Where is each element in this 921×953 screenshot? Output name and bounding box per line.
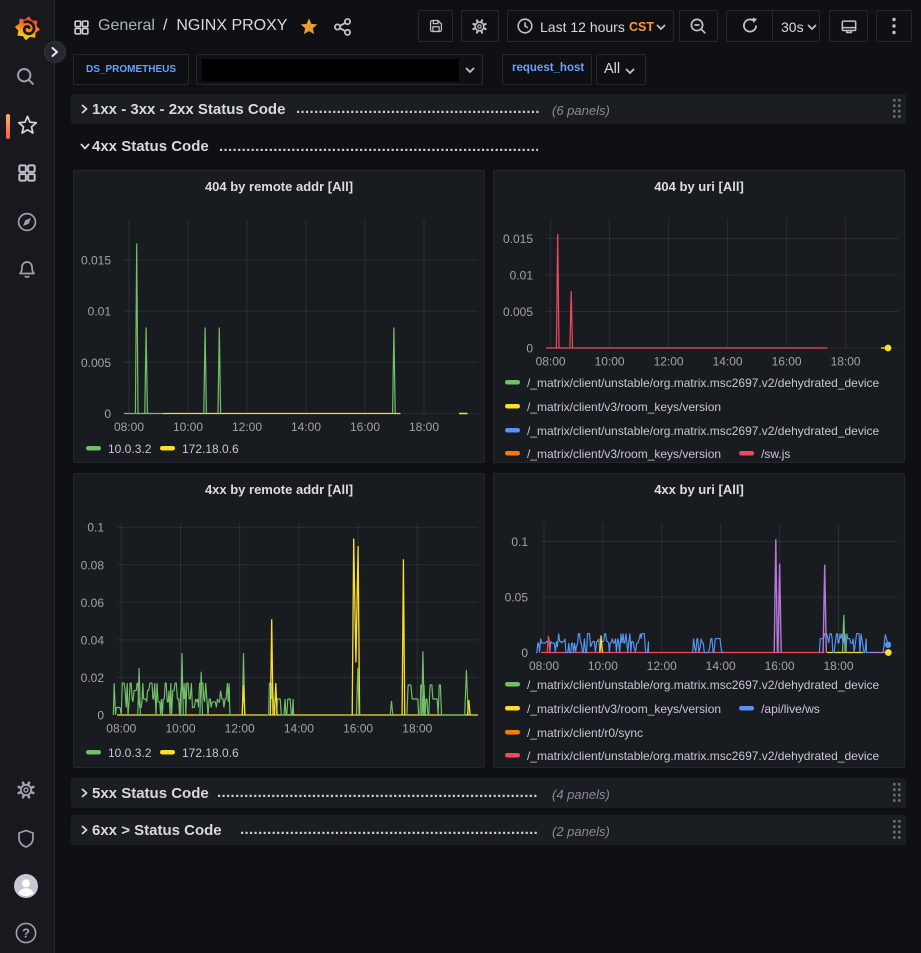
svg-text:172.18.0.6: 172.18.0.6 [182,746,239,760]
svg-text:16:00: 16:00 [765,659,795,673]
svg-text:16:00: 16:00 [343,722,373,736]
svg-text:?: ? [22,926,30,941]
svg-text:16:00: 16:00 [350,420,380,434]
svg-text:08:00: 08:00 [106,722,136,736]
svg-text:4xx by remote addr [All]: 4xx by remote addr [All] [205,482,353,497]
svg-text:18:00: 18:00 [823,659,853,673]
svg-text:/sw.js: /sw.js [761,447,790,461]
svg-text:10:00: 10:00 [588,659,618,673]
svg-text:0.005: 0.005 [503,305,533,319]
svg-text:404 by uri [All]: 404 by uri [All] [654,179,744,194]
svg-text:08:00: 08:00 [529,659,559,673]
svg-text:0.06: 0.06 [81,596,105,610]
svg-text:0: 0 [526,342,533,356]
svg-text:/_matrix/client/v3/room_keys/v: /_matrix/client/v3/room_keys/version [527,702,721,716]
svg-text:/_matrix/client/v3/room_keys/v: /_matrix/client/v3/room_keys/version [527,447,721,461]
svg-text:16:00: 16:00 [772,355,802,369]
svg-text:/_matrix/client/unstable/org.m: /_matrix/client/unstable/org.matrix.msc2… [527,678,880,692]
svg-text:14:00: 14:00 [706,659,736,673]
svg-text:/_matrix/client/v3/room_keys/v: /_matrix/client/v3/room_keys/version [527,400,721,414]
svg-text:12:00: 12:00 [232,420,262,434]
svg-text:0.005: 0.005 [81,356,111,370]
svg-text:/_matrix/client/unstable/org.m: /_matrix/client/unstable/org.matrix.msc2… [527,424,880,438]
svg-text:0.05: 0.05 [505,591,529,605]
svg-text:0.02: 0.02 [81,671,105,685]
svg-text:0.015: 0.015 [81,253,111,267]
svg-text:0.04: 0.04 [81,633,105,647]
svg-text:14:00: 14:00 [291,420,321,434]
svg-text:18:00: 18:00 [402,722,432,736]
svg-text:10.0.3.2: 10.0.3.2 [108,746,152,760]
svg-text:/_matrix/client/unstable/org.m: /_matrix/client/unstable/org.matrix.msc2… [527,376,880,390]
svg-text:0.01: 0.01 [88,305,112,319]
svg-text:/_matrix/client/r0/sync: /_matrix/client/r0/sync [527,726,643,740]
svg-text:18:00: 18:00 [409,420,439,434]
svg-text:10.0.3.2: 10.0.3.2 [108,442,152,456]
svg-text:08:00: 08:00 [536,355,566,369]
svg-text:0.1: 0.1 [87,521,104,535]
svg-text:14:00: 14:00 [713,355,743,369]
svg-text:14:00: 14:00 [284,722,314,736]
svg-text:172.18.0.6: 172.18.0.6 [182,442,239,456]
svg-text:12:00: 12:00 [647,659,677,673]
svg-text:12:00: 12:00 [225,722,255,736]
svg-text:0.08: 0.08 [81,558,105,572]
svg-text:/api/live/ws: /api/live/ws [761,702,820,716]
svg-text:0.01: 0.01 [510,269,534,283]
svg-text:/_matrix/client/unstable/org.m: /_matrix/client/unstable/org.matrix.msc2… [527,749,880,763]
svg-text:10:00: 10:00 [173,420,203,434]
svg-text:08:00: 08:00 [114,420,144,434]
svg-text:0: 0 [97,709,104,723]
svg-text:12:00: 12:00 [654,355,684,369]
svg-text:404 by remote addr [All]: 404 by remote addr [All] [205,179,353,194]
svg-text:4xx by uri [All]: 4xx by uri [All] [654,482,744,497]
svg-text:18:00: 18:00 [831,355,861,369]
svg-text:10:00: 10:00 [595,355,625,369]
svg-text:10:00: 10:00 [165,722,195,736]
svg-text:0: 0 [521,646,528,660]
svg-text:0.015: 0.015 [503,232,533,246]
svg-text:0: 0 [104,407,111,421]
svg-text:0.1: 0.1 [511,535,528,549]
